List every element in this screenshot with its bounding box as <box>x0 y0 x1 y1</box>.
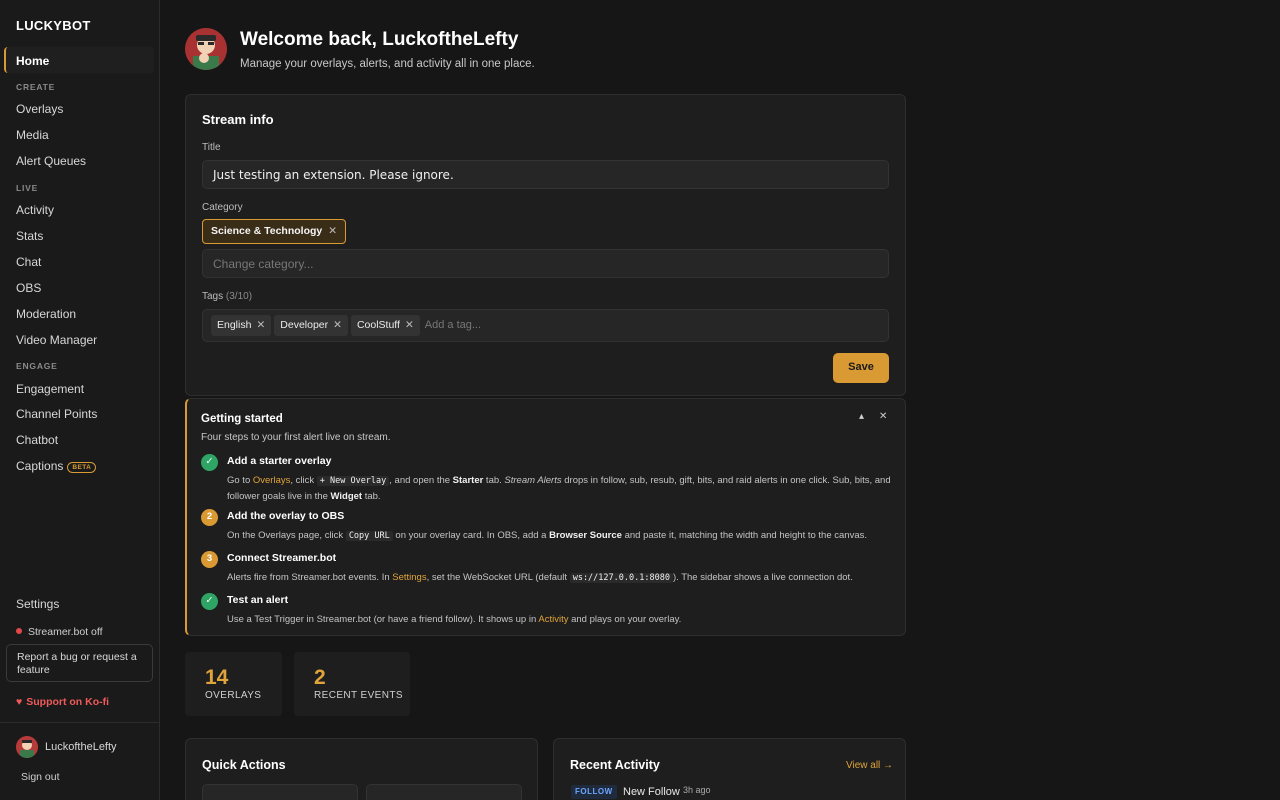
remove-tag-icon[interactable]: ✕ <box>405 319 414 331</box>
remove-tag-icon[interactable]: ✕ <box>333 319 342 331</box>
kofi-link[interactable]: ♥ Support on Ko-fi <box>16 696 109 708</box>
tags-label: Tags (3/10) <box>202 291 252 302</box>
sidebar-item-home[interactable]: Home <box>4 47 154 73</box>
user-name: LuckoftheLefty <box>45 741 117 753</box>
quick-actions-card: Quick Actions <box>185 738 538 800</box>
tag-label: CoolStuff <box>356 319 400 331</box>
kofi-label: Support on Ko-fi <box>26 696 110 708</box>
streamerbot-status: Streamer.bot off <box>16 626 103 638</box>
sidebar-item-captions-label: Captions <box>16 459 64 473</box>
event-time: 3h ago <box>683 785 711 795</box>
page-subtitle: Manage your overlays, alerts, and activi… <box>240 58 535 70</box>
section-label-live: LIVE <box>16 183 39 193</box>
view-all-link[interactable]: View all → <box>846 760 893 771</box>
step-number-badge: 3 <box>201 551 218 568</box>
tag-label: English <box>217 319 252 331</box>
quick-action-button[interactable] <box>202 784 358 800</box>
sidebar-item-activity[interactable]: Activity <box>16 203 54 217</box>
sidebar-item-obs[interactable]: OBS <box>16 281 41 295</box>
sidebar-item-channel-points[interactable]: Channel Points <box>16 407 97 421</box>
beta-badge: BETA <box>67 462 97 473</box>
status-label: Streamer.bot off <box>28 626 103 638</box>
stat-value: 2 <box>314 666 326 689</box>
sidebar-item-chatbot[interactable]: Chatbot <box>16 433 58 447</box>
close-icon[interactable]: ✕ <box>879 411 887 422</box>
tags-count: (3/10) <box>225 291 253 302</box>
event-type-badge: FOLLOW <box>571 785 617 799</box>
recent-activity-title: Recent Activity <box>570 758 660 772</box>
code-copy-url: Copy URL <box>345 531 393 541</box>
sidebar-item-chat[interactable]: Chat <box>16 255 41 269</box>
stat-label: RECENT EVENTS <box>314 690 403 701</box>
stream-title-input[interactable]: Just testing an extension. Please ignore… <box>202 160 889 189</box>
status-dot-icon <box>16 628 22 634</box>
stream-info-heading: Stream info <box>202 112 274 127</box>
quick-actions-title: Quick Actions <box>202 758 286 772</box>
tag-label: Developer <box>280 319 329 331</box>
step-description: Alerts fire from Streamer.bot events. In… <box>227 572 853 583</box>
tag-chip: English ✕ <box>211 315 272 336</box>
getting-started-title: Getting started <box>201 413 283 425</box>
save-button[interactable]: Save <box>833 353 889 383</box>
getting-started-subtitle: Four steps to your first alert live on s… <box>201 432 391 443</box>
sidebar-item-alert-queues[interactable]: Alert Queues <box>16 154 86 168</box>
category-label: Category <box>202 202 243 213</box>
sidebar-item-moderation[interactable]: Moderation <box>16 307 76 321</box>
page-title: Welcome back, LuckoftheLefty <box>240 29 519 50</box>
profile-avatar <box>185 28 227 70</box>
sidebar-item-captions[interactable]: Captions BETA <box>16 459 97 473</box>
settings-link[interactable]: Settings <box>392 572 426 583</box>
tags-label-text: Tags <box>202 291 224 302</box>
step-title: Connect Streamer.bot <box>227 552 337 564</box>
activity-link[interactable]: Activity <box>538 614 568 625</box>
sign-out-link[interactable]: Sign out <box>21 771 60 783</box>
step-title: Test an alert <box>227 594 289 606</box>
sidebar-item-media[interactable]: Media <box>16 128 49 142</box>
step-description: Use a Test Trigger in Streamer.bot (or h… <box>227 614 682 625</box>
code-new-overlay: + New Overlay <box>316 476 390 486</box>
sidebar-item-settings[interactable]: Settings <box>16 597 59 611</box>
stat-value: 14 <box>205 666 229 689</box>
sidebar-item-stats[interactable]: Stats <box>16 229 43 243</box>
step-description: On the Overlays page, click Copy URL on … <box>227 530 868 541</box>
report-bug-button[interactable]: Report a bug or request a feature <box>6 644 153 682</box>
step-number-badge: 2 <box>201 509 218 526</box>
sidebar-divider <box>0 722 159 723</box>
stream-info-card: Stream info Title Just testing an extens… <box>185 94 906 396</box>
step-title: Add the overlay to OBS <box>227 510 345 522</box>
getting-started-card: Getting started Four steps to your first… <box>185 398 906 636</box>
heart-icon: ♥ <box>16 696 23 708</box>
section-label-engage: ENGAGE <box>16 361 58 371</box>
sidebar-item-overlays[interactable]: Overlays <box>16 102 63 116</box>
check-icon: ✓ <box>201 593 218 610</box>
category-chip-label: Science & Technology <box>211 225 323 237</box>
tags-field[interactable]: English ✕ Developer ✕ CoolStuff ✕ Add a tag... <box>202 309 889 342</box>
brand-logo[interactable]: LUCKYBOT <box>16 18 91 33</box>
overlays-link[interactable]: Overlays <box>253 475 290 486</box>
sidebar-item-engagement[interactable]: Engagement <box>16 382 84 396</box>
step-title: Add a starter overlay <box>227 455 332 467</box>
tag-chip: CoolStuff ✕ <box>350 315 420 336</box>
check-icon: ✓ <box>201 454 218 471</box>
recent-activity-card: Recent Activity View all → FOLLOW New Fo… <box>553 738 906 800</box>
collapse-icon[interactable]: ▴ <box>859 411 864 422</box>
category-search-input[interactable]: Change category... <box>202 249 889 278</box>
sidebar-item-video-manager[interactable]: Video Manager <box>16 333 97 347</box>
section-label-create: CREATE <box>16 82 56 92</box>
stat-recent-events[interactable]: 2 RECENT EVENTS <box>294 652 410 716</box>
tag-chip: Developer ✕ <box>274 315 348 336</box>
stat-label: OVERLAYS <box>205 690 262 701</box>
remove-tag-icon[interactable]: ✕ <box>256 319 265 331</box>
remove-category-icon[interactable]: ✕ <box>328 225 337 237</box>
avatar <box>16 736 38 758</box>
quick-action-button[interactable] <box>366 784 522 800</box>
title-label: Title <box>202 142 221 153</box>
event-text: New Follow <box>623 786 680 798</box>
code-websocket-url: ws://127.0.0.1:8080 <box>569 573 673 583</box>
stat-overlays[interactable]: 14 OVERLAYS <box>185 652 282 716</box>
category-chip: Science & Technology ✕ <box>202 219 347 244</box>
sidebar: LUCKYBOT Home CREATE Overlays Media Aler… <box>0 0 160 800</box>
add-tag-input[interactable]: Add a tag... <box>423 315 483 335</box>
step-description: Go to Overlays, click + New Overlay, and… <box>227 475 891 502</box>
